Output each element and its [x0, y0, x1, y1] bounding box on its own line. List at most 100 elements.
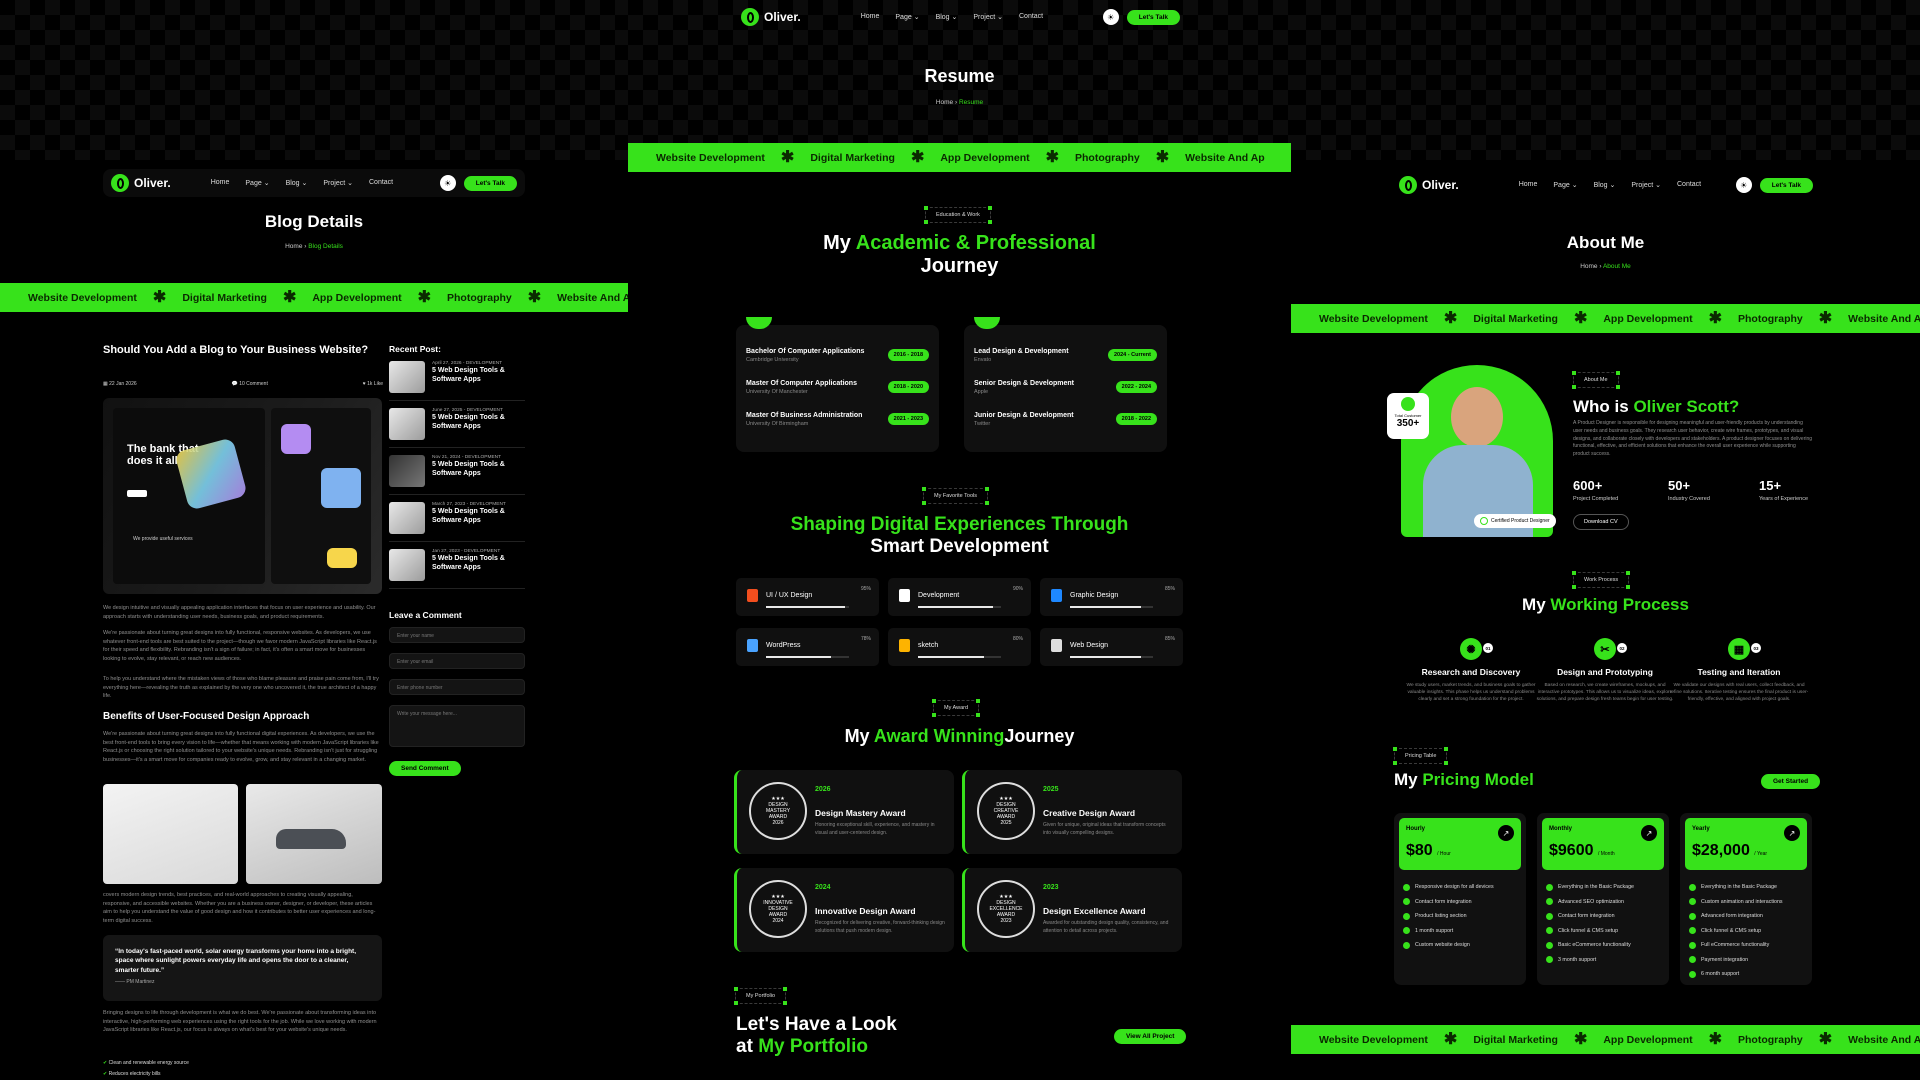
- section-tag: Work Process: [1571, 571, 1631, 589]
- feature-text: Basic eCommerce functionality: [1558, 942, 1631, 949]
- award-card: ★★★ DESIGN CREATIVE AWARD 2025 2025 Creative D…: [962, 770, 1182, 854]
- view-all-project-button[interactable]: View All Project: [1114, 1029, 1187, 1044]
- download-cv-button[interactable]: Download CV: [1573, 514, 1629, 530]
- feature-text: Advanced SEO optimization: [1558, 898, 1624, 905]
- theme-toggle-icon[interactable]: ☀: [1102, 9, 1119, 25]
- year-badge: 2018 - 2020: [887, 381, 929, 393]
- tool-progress: [918, 656, 1001, 658]
- award-seal-icon: ★★★ DESIGN EXCELLENCE AWARD 2023: [977, 880, 1035, 938]
- name-field[interactable]: Enter your name: [389, 627, 525, 643]
- arrow-up-right-icon[interactable]: ↗: [1784, 825, 1800, 841]
- tool-card: Graphic Design 85%: [1040, 578, 1183, 616]
- nav-blog[interactable]: Blog ⌄: [286, 179, 308, 187]
- tool-name: sketch: [918, 642, 939, 649]
- recent-posts-list: April 27, 2026 - DEVELOPMENT 5 Web Design…: [389, 361, 525, 596]
- nav-project[interactable]: Project ⌄: [1631, 181, 1661, 189]
- theme-toggle-icon[interactable]: ☀: [1735, 177, 1752, 193]
- logo[interactable]: Oliver.: [741, 8, 801, 26]
- heading-part: My: [844, 726, 874, 746]
- breadcrumb-home[interactable]: Home: [285, 243, 302, 250]
- nav-project[interactable]: Project ⌄: [973, 13, 1003, 21]
- awards-heading: My Award WinningJourney: [628, 726, 1291, 747]
- work-item: Senior Design & Development Apple 2022 - 2…: [974, 371, 1157, 403]
- recent-post[interactable]: March 27, 2023 - DEVELOPMENT 5 Web Design…: [389, 502, 525, 542]
- logo-icon: [111, 174, 129, 192]
- email-field[interactable]: Enter your email: [389, 653, 525, 669]
- tools-heading: Shaping Digital Experiences Through Smart…: [628, 514, 1291, 558]
- ticker-item: Photography: [1738, 312, 1803, 325]
- nav-blog[interactable]: Blog ⌄: [936, 13, 958, 21]
- process-step: ▦ 03 Testing and Iteration We validate our …: [1669, 638, 1809, 704]
- ticker-item: Photography: [447, 291, 512, 304]
- process-step: ✂ 02 Design and Prototyping Based on resear…: [1535, 638, 1675, 704]
- nav-home[interactable]: Home: [861, 13, 880, 21]
- breadcrumb-home[interactable]: Home: [936, 99, 953, 106]
- pricing-header: Hourly $80 / Hour ↗: [1399, 818, 1521, 870]
- recent-post[interactable]: June 27, 2025 - DEVELOPMENT 5 Web Design …: [389, 408, 525, 448]
- logo[interactable]: Oliver.: [111, 174, 171, 192]
- recent-post-thumb: [389, 361, 425, 393]
- step-title: Research and Discovery: [1421, 667, 1521, 677]
- feature-item: Advanced SEO optimization: [1546, 895, 1664, 910]
- process-step: ✺ 01 Research and Discovery We study users,…: [1401, 638, 1541, 704]
- ticker-item: Website Development: [1319, 312, 1428, 325]
- post-comments[interactable]: 💬 10 Comment: [232, 381, 268, 387]
- message-field[interactable]: Write your message here...: [389, 705, 525, 747]
- work-title: Lead Design & Development: [974, 347, 1069, 355]
- nav-home[interactable]: Home: [211, 179, 230, 187]
- recent-post[interactable]: April 27, 2026 - DEVELOPMENT 5 Web Design…: [389, 361, 525, 401]
- arrow-up-right-icon[interactable]: ↗: [1641, 825, 1657, 841]
- lets-talk-button[interactable]: Let's Talk: [463, 175, 517, 191]
- seal-year: 2024: [772, 918, 784, 924]
- recent-post-thumb: [389, 502, 425, 534]
- recent-post[interactable]: Jan 27, 2023 - DEVELOPMENT 5 Web Design T…: [389, 549, 525, 589]
- send-comment-button[interactable]: Send Comment: [389, 761, 461, 776]
- lets-talk-button[interactable]: Let's Talk: [1759, 177, 1813, 193]
- feature-text: Advanced form integration: [1701, 913, 1763, 920]
- nav-page[interactable]: Page ⌄: [245, 179, 269, 187]
- breadcrumb-home[interactable]: Home: [1580, 263, 1597, 270]
- ticker-item: App Development: [1603, 1033, 1693, 1046]
- work-item: Lead Design & Development Envato 2024 - Cu…: [974, 339, 1157, 371]
- feature-list: Everything in the Basic Package Advanced…: [1542, 880, 1664, 967]
- quote-text: “In today's fast-paced world, solar ener…: [115, 948, 357, 974]
- check-icon: ✔: [103, 1060, 108, 1066]
- tool-card: sketch 80%: [888, 628, 1031, 666]
- services-ticker: Website Development ✱ Digital Marketing ✱ …: [628, 143, 1291, 172]
- feature-text: 6 month support: [1701, 971, 1740, 978]
- stat-number: 15+: [1759, 478, 1782, 493]
- check-icon: [1689, 898, 1696, 906]
- nav-project[interactable]: Project ⌄: [323, 179, 353, 187]
- arrow-up-right-icon[interactable]: ↗: [1498, 825, 1514, 841]
- check-icon: [1546, 927, 1553, 935]
- logo[interactable]: Oliver.: [1399, 176, 1459, 194]
- lets-talk-button[interactable]: Let's Talk: [1126, 9, 1180, 25]
- feature-item: Advanced form integration: [1689, 909, 1807, 924]
- nav-blog-label: Blog: [285, 180, 300, 187]
- resume-pane: Oliver. Home Page ⌄ Blog ⌄ Project ⌄ Con…: [628, 0, 1291, 1080]
- nav-blog[interactable]: Blog ⌄: [1594, 181, 1616, 189]
- ticker-item: Digital Marketing: [182, 291, 267, 304]
- theme-toggle-icon[interactable]: ☀: [439, 175, 456, 191]
- nav-contact[interactable]: Contact: [1019, 13, 1043, 21]
- nav-page-label: Page: [1553, 182, 1570, 189]
- recent-post[interactable]: Nov 21, 2024 - DEVELOPMENT 5 Web Design T…: [389, 455, 525, 495]
- get-started-button[interactable]: Get Started: [1761, 774, 1821, 789]
- post-likes[interactable]: ♥ 1k Like: [363, 381, 383, 387]
- award-card: ★★★ INNOVATIVE DESIGN AWARD 2024 2024 Innovati…: [734, 868, 954, 952]
- award-seal-icon: ★★★ DESIGN CREATIVE AWARD 2025: [977, 782, 1035, 840]
- hero-image: The bank that does it all We provide use…: [103, 398, 382, 594]
- nav-page[interactable]: Page ⌄: [895, 13, 919, 21]
- work-icon: [974, 317, 1000, 329]
- nav-contact[interactable]: Contact: [369, 179, 393, 187]
- stat-label: Industry Covered: [1668, 496, 1710, 502]
- phone-field[interactable]: Enter phone number: [389, 679, 525, 695]
- feature-text: Click funnel & CMS setup: [1701, 927, 1762, 934]
- face-graphic: [1451, 387, 1503, 447]
- nav-contact[interactable]: Contact: [1677, 181, 1701, 189]
- tool-name: WordPress: [766, 642, 801, 649]
- ticker-item: Website And Ap: [1185, 151, 1265, 164]
- nav-page[interactable]: Page ⌄: [1553, 181, 1577, 189]
- feature-item: Custom animation and interactions: [1689, 895, 1807, 910]
- nav-home[interactable]: Home: [1519, 181, 1538, 189]
